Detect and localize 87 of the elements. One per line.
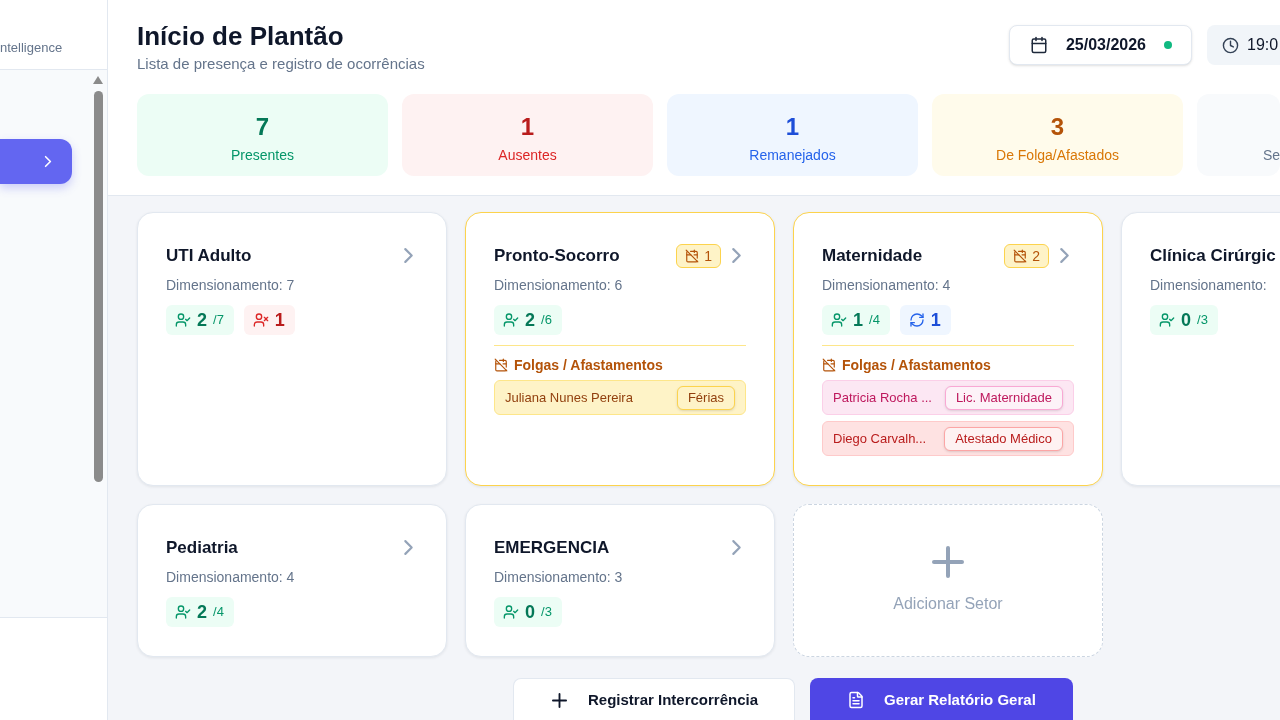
clock-icon xyxy=(1222,36,1239,54)
employee-name: Diego Carvalh... xyxy=(833,429,927,448)
scroll-up-arrow-icon[interactable] xyxy=(93,76,103,84)
user-check-icon xyxy=(831,312,847,328)
user-check-icon xyxy=(175,604,191,620)
user-check-icon xyxy=(175,312,191,328)
brand-subtitle: ntelligence xyxy=(0,39,64,57)
staff-total: /4 xyxy=(213,603,224,621)
sector-card[interactable]: Maternidade 2 Dimensionamento: 4 1 /4 1 Folgas / Afastamentos Patricia Rocha ... Lic. Maternidade Diego Carvalh... Atestado Médico xyxy=(793,212,1103,486)
calendar-off-icon xyxy=(494,358,508,372)
scrollbar-thumb[interactable] xyxy=(93,91,103,482)
sector-title: UTI Adulto xyxy=(166,245,252,267)
user-check-icon xyxy=(1159,312,1175,328)
leave-type-tag: Lic. Maternidade xyxy=(944,385,1063,410)
count-value: 2 xyxy=(197,601,207,624)
chevron-right-icon[interactable] xyxy=(403,247,414,264)
sector-title: Pediatria xyxy=(166,537,238,559)
staff-total: /6 xyxy=(541,311,552,329)
sector-card[interactable]: Clínica Cirúrgic Dimensionamento: 0 /3 xyxy=(1121,212,1280,486)
chevron-right-icon[interactable] xyxy=(403,539,414,556)
stat-label: Remanejados xyxy=(749,146,836,165)
staff-total: /3 xyxy=(1197,311,1208,329)
user-check-icon xyxy=(503,604,519,620)
count-value: 1 xyxy=(274,309,285,332)
staff-total: /7 xyxy=(213,311,224,329)
generate-report-button[interactable]: Gerar Relatório Geral xyxy=(810,678,1073,720)
count-value: 1 xyxy=(853,309,863,332)
leave-row[interactable]: Juliana Nunes Pereira Férias xyxy=(494,380,746,415)
stat-value: 1 xyxy=(785,112,800,142)
page-subtitle: Lista de presença e registro de ocorrências xyxy=(137,54,426,74)
chevron-right-icon xyxy=(44,155,52,168)
stat-label: Se xyxy=(1262,146,1280,165)
leave-type-tag: Atestado Médico xyxy=(944,426,1063,451)
chevron-right-icon[interactable] xyxy=(1059,247,1070,264)
calendar-off-icon xyxy=(1013,248,1028,263)
sector-card[interactable]: Pronto-Socorro 1 Dimensionamento: 6 2 /6 Folgas / Afastamentos Juliana Nunes Pereira Férias xyxy=(465,212,775,486)
leave-count: 2 xyxy=(1032,246,1040,265)
chevron-right-icon[interactable] xyxy=(731,539,742,556)
stat-value: 1 xyxy=(520,112,535,142)
sector-title: Pronto-Socorro xyxy=(494,245,620,267)
count-value: 0 xyxy=(525,601,535,624)
employee-name: Patricia Rocha ... xyxy=(833,388,932,407)
calendar-icon xyxy=(1029,36,1048,54)
stat-value: 3 xyxy=(1050,112,1065,142)
stat-label: De Folga/Afastados xyxy=(996,146,1119,165)
sector-card[interactable]: Pediatria Dimensionamento: 4 2 /4 xyxy=(137,504,447,657)
sizing-text: Dimensionamento: 3 xyxy=(494,568,624,587)
count-value: 0 xyxy=(1181,309,1191,332)
count-value: 1 xyxy=(930,309,941,332)
stat-value: 7 xyxy=(255,112,270,142)
register-incident-button[interactable]: Registrar Intercorrência xyxy=(513,678,796,720)
calendar-off-icon xyxy=(822,358,836,372)
time-button[interactable]: 19:0 xyxy=(1207,25,1280,65)
leaves-heading: Folgas / Afastamentos xyxy=(514,356,663,374)
leave-row[interactable]: Patricia Rocha ... Lic. Maternidade xyxy=(822,380,1074,415)
calendar-off-icon xyxy=(685,248,700,263)
user-x-icon xyxy=(252,312,269,328)
refresh-icon xyxy=(908,312,925,328)
leave-row[interactable]: Diego Carvalh... Atestado Médico xyxy=(822,421,1074,456)
sizing-text: Dimensionamento: 4 xyxy=(166,568,296,587)
stat-label: Ausentes xyxy=(498,146,557,165)
count-value: 2 xyxy=(525,309,535,332)
sector-card[interactable]: EMERGENCIA Dimensionamento: 3 0 /3 xyxy=(465,504,775,657)
leave-type-tag: Férias xyxy=(676,385,735,410)
page-title: Início de Plantão xyxy=(137,20,345,52)
count-value: 2 xyxy=(197,309,207,332)
sizing-text: Dimensionamento: 7 xyxy=(166,276,296,295)
stat-label: Presentes xyxy=(230,146,294,165)
sizing-text: Dimensionamento: 6 xyxy=(494,276,624,295)
plus-icon xyxy=(552,693,567,708)
staff-total: /4 xyxy=(869,311,880,329)
chevron-right-icon[interactable] xyxy=(731,247,742,264)
sizing-text: Dimensionamento: 4 xyxy=(822,276,952,295)
date-picker-button[interactable]: 25/03/2026 xyxy=(1008,25,1192,65)
leave-count: 1 xyxy=(704,246,712,265)
sector-title: Clínica Cirúrgic xyxy=(1150,245,1276,267)
user-check-icon xyxy=(503,312,519,328)
sector-title: EMERGENCIA xyxy=(494,537,610,559)
sector-title: Maternidade xyxy=(822,245,923,267)
document-icon xyxy=(847,691,866,709)
staff-total: /3 xyxy=(541,603,552,621)
employee-name: Juliana Nunes Pereira xyxy=(505,388,633,407)
plus-icon xyxy=(932,545,964,578)
sector-card[interactable]: UTI Adulto Dimensionamento: 7 2 /7 1 xyxy=(137,212,447,486)
leaves-heading: Folgas / Afastamentos xyxy=(842,356,991,374)
nav-item[interactable] xyxy=(0,139,72,184)
sizing-text: Dimensionamento: xyxy=(1150,276,1268,295)
